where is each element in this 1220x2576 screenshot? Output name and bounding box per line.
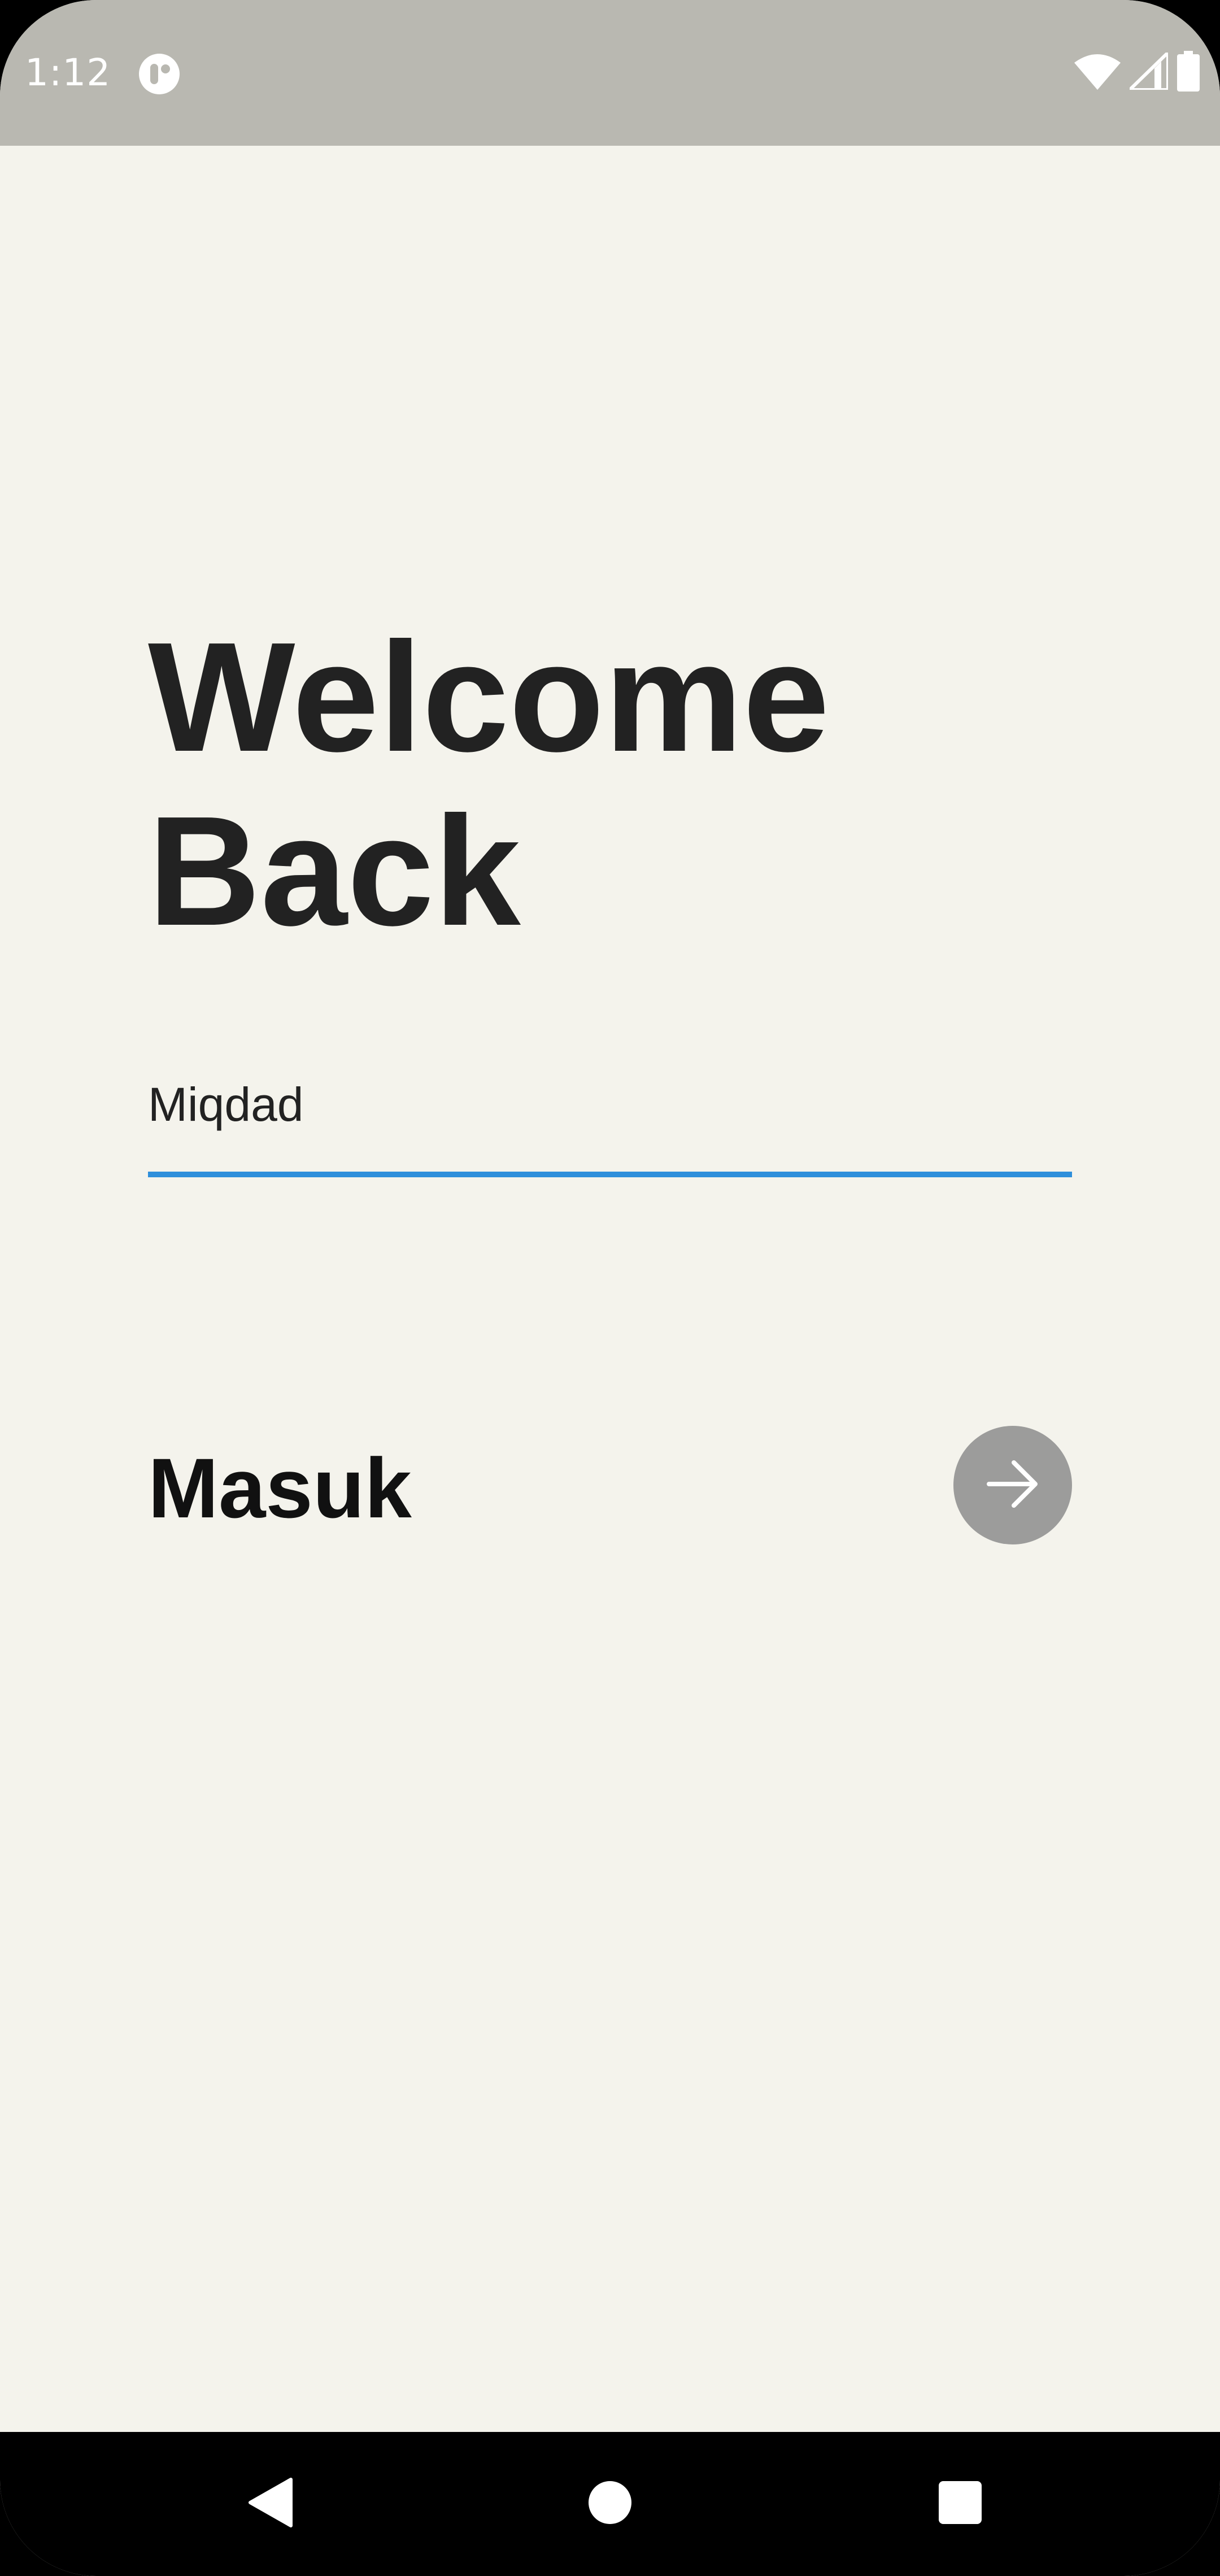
home-icon — [587, 2480, 633, 2528]
back-icon — [248, 2477, 293, 2531]
page-title: Welcome Back — [148, 610, 830, 958]
cell-signal-icon — [1125, 48, 1170, 93]
title-line-2: Back — [148, 784, 521, 958]
battery-icon — [1177, 50, 1200, 94]
status-icons — [1074, 48, 1200, 94]
nav-recents-button[interactable] — [904, 2432, 1017, 2576]
title-line-1: Welcome — [148, 610, 830, 784]
name-field[interactable] — [148, 1062, 1072, 1181]
input-underline — [148, 1172, 1072, 1177]
wifi-icon — [1074, 53, 1121, 93]
app-screen: 1:12 Welcome Back Miqdad Masuk — [0, 0, 1220, 2576]
app-notification-icon — [139, 54, 180, 94]
login-label: Masuk — [148, 1441, 412, 1535]
nav-home-button[interactable] — [554, 2432, 666, 2576]
recents-icon — [938, 2480, 983, 2528]
navigation-bar — [0, 2432, 1220, 2576]
login-button[interactable] — [953, 1426, 1072, 1544]
name-input[interactable] — [148, 1062, 1072, 1147]
status-bar: 1:12 — [0, 0, 1220, 146]
arrow-right-icon — [984, 1456, 1041, 1515]
nav-back-button[interactable] — [214, 2432, 327, 2576]
status-time: 1:12 — [25, 51, 111, 94]
